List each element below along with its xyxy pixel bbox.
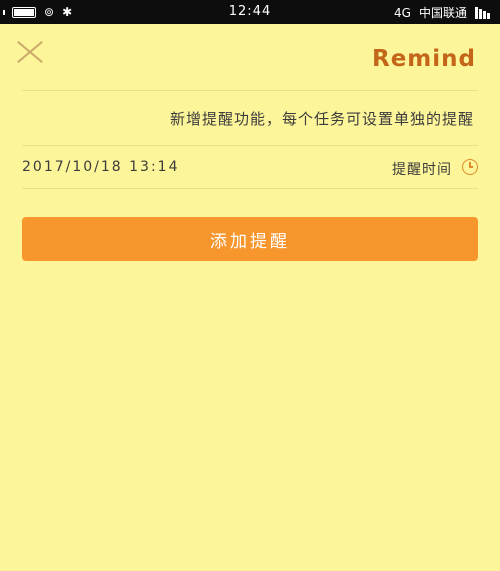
reminder-datetime[interactable]: 2017/10/18 13:14 [22,159,180,175]
close-icon[interactable] [14,38,44,66]
add-reminder-button[interactable]: 添加提醒 [22,217,478,261]
carrier-name: 中国联通 [418,6,467,20]
network-type: 4G [394,5,411,20]
divider [22,188,478,189]
reminder-time-label: 提醒时间 [392,162,452,178]
clock-icon [462,159,478,175]
signal-icon [475,6,490,19]
divider [22,145,478,146]
feature-description: 新增提醒功能，每个任务可设置单独的提醒 [169,110,474,128]
page-title: Remind [372,46,476,72]
status-bar: ⊚ ✱ 12:44 4G 中国联通 [0,0,500,24]
divider [22,90,478,91]
reminder-time-row[interactable]: 2017/10/18 13:14 提醒时间 [22,157,478,181]
